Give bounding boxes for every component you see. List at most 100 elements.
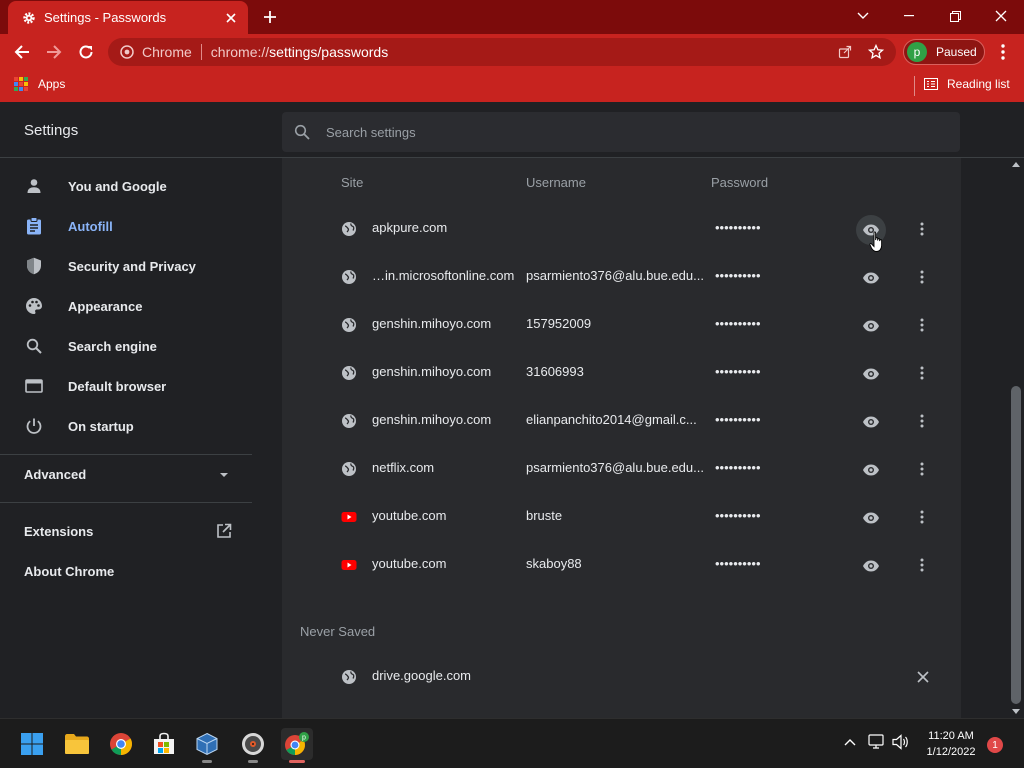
taskbar-clock[interactable]: 11:20 AM 1/12/2022: [918, 728, 984, 760]
kebab-icon: [920, 270, 924, 284]
network-status[interactable]: [868, 733, 886, 751]
tab-title: Settings - Passwords: [44, 10, 167, 25]
show-password-button[interactable]: [856, 503, 886, 533]
sidebar-item-security-and-privacy[interactable]: Security and Privacy: [0, 246, 252, 286]
taskbar-file-explorer[interactable]: [61, 728, 93, 760]
store-icon: [154, 732, 174, 754]
tab-search-button[interactable]: [852, 6, 874, 26]
eye-icon: [863, 320, 879, 332]
volume-control[interactable]: [892, 733, 910, 751]
start-button[interactable]: [16, 728, 48, 760]
sidebar-item-default-browser[interactable]: Default browser: [0, 366, 252, 406]
globe-icon: [342, 270, 356, 284]
apps-shortcut[interactable]: Apps: [14, 77, 65, 91]
taskbar-virtualbox[interactable]: [191, 728, 223, 763]
back-button[interactable]: [12, 42, 32, 62]
more-actions-button[interactable]: [912, 219, 932, 239]
password-row[interactable]: apkpure.com ••••••••••: [282, 205, 961, 253]
chrome-icon: [110, 733, 132, 755]
more-actions-button[interactable]: [912, 507, 932, 527]
more-actions-button[interactable]: [912, 267, 932, 287]
show-password-button[interactable]: [856, 263, 886, 293]
search-placeholder: Search settings: [326, 124, 416, 140]
show-hidden-icons-button[interactable]: [841, 733, 859, 751]
site-name: …in.microsoftonline.com: [372, 268, 515, 283]
password-row[interactable]: youtube.com bruste ••••••••••: [282, 493, 961, 541]
show-password-button[interactable]: [856, 359, 886, 389]
notification-badge[interactable]: 1: [987, 737, 1003, 753]
url-text: chrome://settings/passwords: [211, 44, 388, 60]
kebab-icon: [920, 366, 924, 380]
show-password-button[interactable]: [856, 407, 886, 437]
kebab-icon: [1001, 44, 1005, 60]
column-header-site: Site: [341, 175, 364, 190]
new-tab-button[interactable]: [260, 7, 280, 27]
kebab-icon: [920, 222, 924, 236]
search-input[interactable]: Search settings: [282, 112, 960, 152]
page-title: Settings: [24, 122, 79, 139]
remove-exception-button[interactable]: [912, 666, 934, 688]
tab-settings-passwords[interactable]: Settings - Passwords: [8, 1, 248, 34]
share-icon[interactable]: [838, 45, 852, 59]
site-name: youtube.com: [372, 508, 447, 523]
scroll-down-arrow[interactable]: [1012, 709, 1020, 714]
show-password-button[interactable]: [856, 455, 886, 485]
sidebar-item-search-engine[interactable]: Search engine: [0, 326, 252, 366]
sidebar-item-appearance[interactable]: Appearance: [0, 286, 252, 326]
close-window-button[interactable]: [990, 6, 1012, 26]
sidebar-item-label: Default browser: [68, 378, 167, 394]
arrow-right-icon: [47, 45, 62, 59]
site-name: apkpure.com: [372, 220, 448, 235]
sidebar-item-advanced[interactable]: Advanced: [0, 454, 252, 494]
kebab-icon: [920, 414, 924, 428]
sidebar-item-on-startup[interactable]: On startup: [0, 406, 252, 446]
masked-password: ••••••••••: [715, 508, 761, 523]
more-actions-button[interactable]: [912, 363, 932, 383]
reload-button[interactable]: [76, 42, 96, 62]
forward-button[interactable]: [44, 42, 64, 62]
search-icon: [24, 336, 44, 356]
more-actions-button[interactable]: [912, 555, 932, 575]
more-actions-button[interactable]: [912, 459, 932, 479]
password-row[interactable]: genshin.mihoyo.com 31606993 ••••••••••: [282, 349, 961, 397]
close-icon[interactable]: [224, 11, 238, 25]
password-row[interactable]: youtube.com skaboy88 ••••••••••: [282, 541, 961, 589]
password-row[interactable]: genshin.mihoyo.com 157952009 ••••••••••: [282, 301, 961, 349]
restore-button[interactable]: [944, 6, 966, 26]
omnibox-origin: Chrome: [142, 44, 192, 60]
kebab-icon: [920, 510, 924, 524]
eye-icon: [863, 512, 879, 524]
password-row[interactable]: netflix.com psarmiento376@alu.bue.edu...…: [282, 445, 961, 493]
minimize-button[interactable]: [898, 6, 920, 26]
site-name: genshin.mihoyo.com: [372, 412, 492, 427]
taskbar-store[interactable]: [148, 728, 180, 760]
person-icon: [24, 176, 44, 196]
never-saved-heading: Never Saved: [300, 624, 376, 639]
star-icon[interactable]: [868, 44, 884, 60]
reading-list-button[interactable]: Reading list: [924, 77, 1010, 91]
globe-icon: [342, 670, 356, 684]
sidebar-item-autofill[interactable]: Autofill: [0, 206, 252, 246]
password-row[interactable]: genshin.mihoyo.com elianpanchito2014@gma…: [282, 397, 961, 445]
page-scrollbar[interactable]: [1008, 158, 1024, 718]
profile-button[interactable]: p Paused: [903, 39, 985, 65]
show-password-button[interactable]: [856, 311, 886, 341]
scroll-up-arrow[interactable]: [1012, 162, 1020, 167]
password-row[interactable]: …in.microsoftonline.com psarmiento376@al…: [282, 253, 961, 301]
omnibox-divider: [200, 44, 202, 60]
chrome-menu-button[interactable]: [993, 42, 1013, 62]
more-actions-button[interactable]: [912, 315, 932, 335]
taskbar-chrome[interactable]: [105, 728, 137, 760]
site-name: youtube.com: [372, 556, 447, 571]
scroll-thumb[interactable]: [1011, 386, 1021, 704]
clipboard-icon: [24, 216, 44, 236]
address-bar[interactable]: Chrome chrome://settings/passwords: [108, 38, 896, 66]
sidebar-item-you-and-google[interactable]: You and Google: [0, 166, 252, 206]
show-password-button[interactable]: [856, 551, 886, 581]
taskbar-media-player[interactable]: [237, 728, 269, 763]
eye-icon: [863, 368, 879, 380]
taskbar-chrome-profile[interactable]: p: [281, 728, 313, 763]
more-actions-button[interactable]: [912, 411, 932, 431]
sidebar-item-extensions[interactable]: Extensions: [0, 511, 252, 551]
sidebar-item-about-chrome[interactable]: About Chrome: [0, 551, 252, 591]
